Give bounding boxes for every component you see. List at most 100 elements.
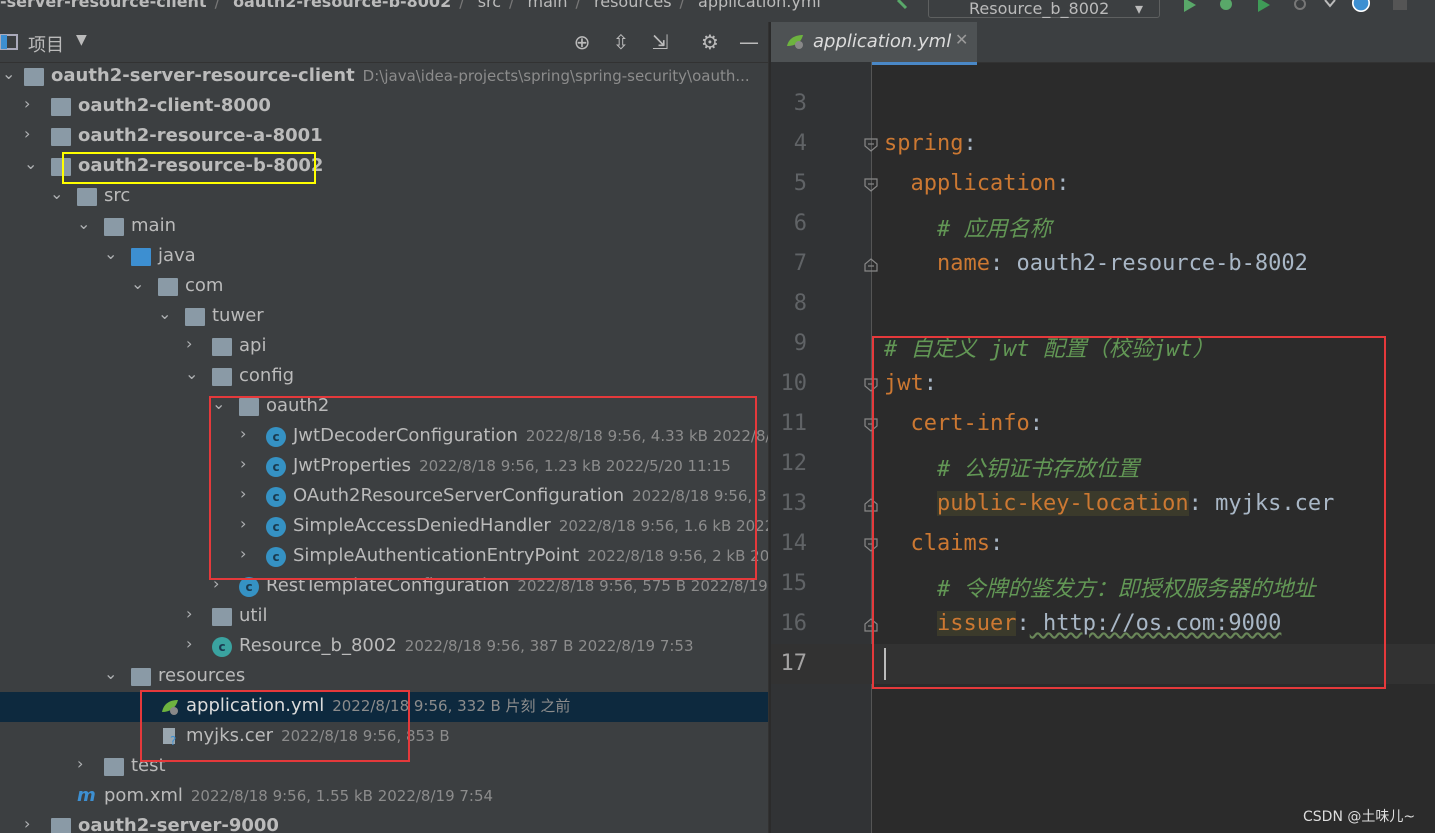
tree-item-package[interactable]: › util xyxy=(0,602,768,632)
stop-icon[interactable] xyxy=(1392,0,1408,12)
collapse-all-icon[interactable]: ⇲ xyxy=(648,30,672,54)
chevron-right-icon[interactable]: › xyxy=(186,604,202,623)
breadcrumb-item[interactable]: src xyxy=(478,0,501,11)
tree-item-folder[interactable]: ⌄ java xyxy=(0,242,768,272)
tree-item-label: java xyxy=(158,245,196,266)
chevron-down-icon[interactable]: ⌄ xyxy=(104,664,120,683)
locate-file-icon[interactable]: ⊕ xyxy=(570,30,594,54)
module-folder-icon xyxy=(51,818,71,833)
coverage-icon[interactable] xyxy=(1256,0,1272,12)
fold-icon[interactable] xyxy=(863,138,879,152)
line-number: 10 xyxy=(780,371,808,396)
java-class-icon: c xyxy=(239,577,259,597)
chevron-down-icon[interactable]: ⌄ xyxy=(2,64,18,83)
line-number: 8 xyxy=(793,291,807,316)
code-line[interactable]: 6 # 应用名称 xyxy=(771,204,1435,244)
chevron-right-icon[interactable]: › xyxy=(77,754,93,773)
code-line[interactable]: 8 xyxy=(771,284,1435,324)
line-number: 6 xyxy=(793,211,807,236)
yaml-key: spring xyxy=(884,131,964,156)
tree-item-folder[interactable]: ⌄ src xyxy=(0,182,768,212)
line-number: 3 xyxy=(793,91,807,116)
tree-item-file[interactable]: m pom.xml 2022/8/18 9:56, 1.55 kB 2022/8/… xyxy=(0,782,768,812)
close-icon[interactable]: ✕ xyxy=(955,30,968,49)
chevron-down-icon[interactable]: ⌄ xyxy=(158,304,174,323)
profile-icon[interactable] xyxy=(1292,0,1308,12)
line-number: 12 xyxy=(780,451,808,476)
breadcrumb-item[interactable]: main xyxy=(528,0,568,11)
gear-icon[interactable]: ⚙ xyxy=(698,30,722,54)
tree-item-folder[interactable]: ⌄ resources xyxy=(0,662,768,692)
spring-boot-app-icon: c xyxy=(212,637,232,657)
tree-item-label: tuwer xyxy=(212,305,264,326)
tree-item-label: com xyxy=(185,275,224,296)
tab-label: application.yml xyxy=(813,31,952,52)
minimize-icon[interactable]: — xyxy=(737,30,761,54)
chevron-down-icon[interactable] xyxy=(1322,0,1338,12)
chevron-right-icon[interactable]: › xyxy=(24,94,40,113)
chevron-down-icon[interactable]: ⌄ xyxy=(50,184,66,203)
chevron-right-icon[interactable]: › xyxy=(24,124,40,143)
run-configuration-select[interactable]: Resource_b_8002 ▾ xyxy=(928,0,1160,18)
watermark: CSDN @土味儿~ xyxy=(1303,809,1416,825)
tree-item-module[interactable]: › oauth2-client-8000 xyxy=(0,92,768,122)
editor-tab[interactable]: application.yml ✕ xyxy=(771,22,977,65)
line-number: 16 xyxy=(780,611,808,636)
run-icon[interactable] xyxy=(1182,0,1198,12)
tree-item-label: oauth2-server-9000 xyxy=(78,815,279,833)
module-folder-icon xyxy=(51,98,71,116)
tree-item-package[interactable]: ⌄ tuwer xyxy=(0,302,768,332)
chevron-right-icon[interactable]: › xyxy=(24,814,40,833)
code-line[interactable]: 3 xyxy=(771,84,1435,124)
line-number: 13 xyxy=(780,491,808,516)
tree-item-module[interactable]: › oauth2-server-9000 xyxy=(0,812,768,833)
tree-item-label: src xyxy=(104,185,131,206)
tree-item-package[interactable]: ⌄ config xyxy=(0,362,768,392)
expand-all-icon[interactable]: ⇳ xyxy=(609,30,633,54)
breadcrumb-item[interactable]: -server-resource-client xyxy=(0,0,207,11)
build-hammer-icon[interactable] xyxy=(896,0,912,12)
breadcrumb-item[interactable]: oauth2-resource-b-8002 xyxy=(233,0,451,11)
folder-icon xyxy=(77,188,97,206)
chevron-right-icon[interactable]: › xyxy=(186,634,202,653)
tree-item-meta: D:\java\idea-projects\spring\spring-secu… xyxy=(362,67,750,85)
tree-item-class[interactable]: › c Resource_b_8002 2022/8/18 9:56, 387 B… xyxy=(0,632,768,662)
tree-item-label: oauth2-client-8000 xyxy=(78,95,271,116)
tree-item-label: config xyxy=(239,365,295,386)
code-line[interactable]: 4 spring: xyxy=(771,124,1435,164)
highlight-box-module xyxy=(62,152,316,184)
line-number: 5 xyxy=(793,171,807,196)
chevron-down-icon[interactable]: ⌄ xyxy=(77,214,93,233)
tree-item-folder[interactable]: ⌄ main xyxy=(0,212,768,242)
chevron-down-icon[interactable]: ⌄ xyxy=(24,154,40,173)
code-line[interactable]: 7 name: oauth2-resource-b-8002 xyxy=(771,244,1435,284)
project-window-icon xyxy=(0,34,18,50)
debug-icon[interactable] xyxy=(1218,0,1234,12)
breadcrumb-item[interactable]: application.yml xyxy=(698,0,821,11)
tree-item-label: Resource_b_8002 xyxy=(239,635,397,656)
yaml-colon: : xyxy=(963,131,977,156)
tree-item-module[interactable]: ⌄ oauth2-server-resource-client D:\java\i… xyxy=(0,62,768,92)
line-number: 14 xyxy=(780,531,808,556)
tree-item-package[interactable]: ⌄ com xyxy=(0,272,768,302)
fold-icon[interactable] xyxy=(863,178,879,192)
help-icon[interactable] xyxy=(1350,0,1372,12)
chevron-down-icon[interactable]: ⌄ xyxy=(131,274,147,293)
tree-item-module[interactable]: › oauth2-resource-a-8001 xyxy=(0,122,768,152)
yaml-comment: # 应用名称 xyxy=(936,217,1052,242)
breadcrumb: -server-resource-client / oauth2-resource… xyxy=(0,0,829,11)
chevron-down-icon[interactable]: ⌄ xyxy=(185,364,201,383)
tree-item-meta: 2022/8/18 9:56, 387 B 2022/8/19 7:53 xyxy=(404,637,694,655)
package-icon xyxy=(212,368,232,386)
tree-item-label: api xyxy=(239,335,267,356)
fold-end-icon[interactable] xyxy=(863,258,879,272)
tree-item-package[interactable]: › api xyxy=(0,332,768,362)
code-line[interactable]: 5 application: xyxy=(771,164,1435,204)
maven-file-icon: m xyxy=(77,785,96,806)
chevron-right-icon[interactable]: › xyxy=(186,334,202,353)
chevron-down-icon[interactable]: ▼ xyxy=(76,32,87,48)
project-panel-title[interactable]: 项目 xyxy=(28,31,64,57)
navigation-bar: -server-resource-client / oauth2-resource… xyxy=(0,0,1435,22)
breadcrumb-item[interactable]: resources xyxy=(594,0,672,11)
chevron-down-icon[interactable]: ⌄ xyxy=(104,244,120,263)
